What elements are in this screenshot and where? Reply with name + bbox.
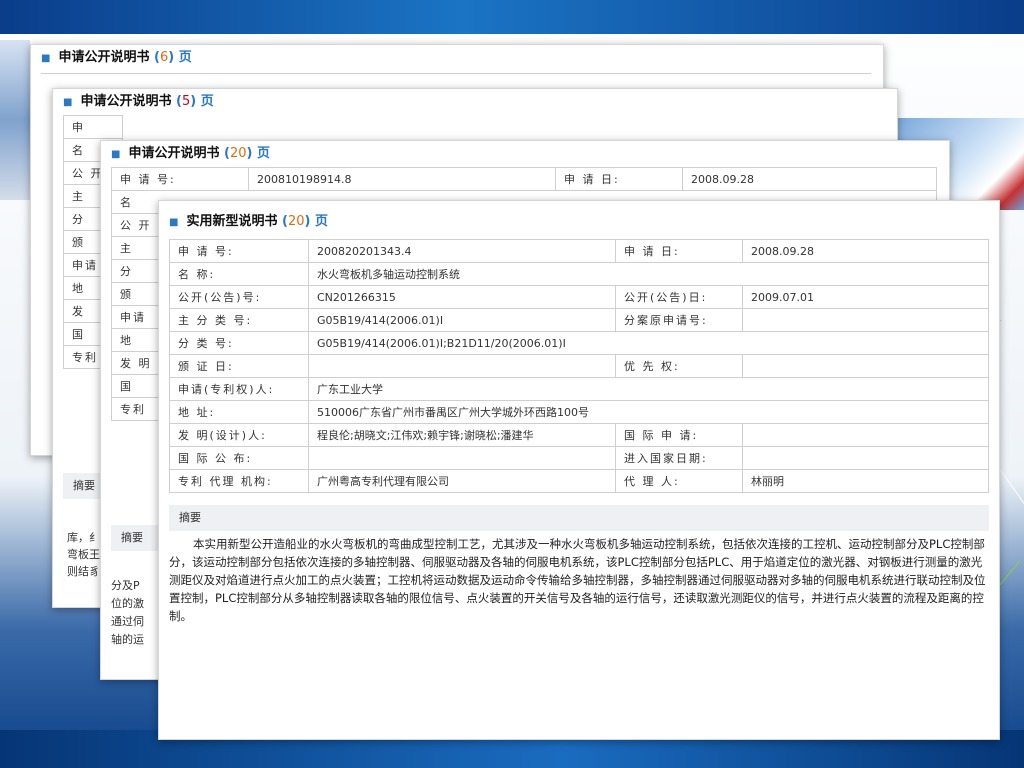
field-value: 水火弯板机多轴运动控制系统 — [308, 262, 989, 286]
table-row: 分 类 号: G05B19/414(2006.01)I;B21D11/20(200… — [169, 331, 989, 355]
field-label: 申请(专利权)人: — [169, 377, 309, 401]
card-title: ■ 实用新型说明书 (20) 页 — [169, 214, 328, 229]
field-value — [308, 354, 616, 378]
field-label: 名 称: — [169, 262, 309, 286]
field-value: CN201266315 — [308, 285, 616, 309]
bullet-icon: ■ — [111, 149, 121, 160]
field-label: 发 明(设计)人: — [169, 423, 309, 447]
table-row: 地 址: 510006广东省广州市番禺区广州大学城外环西路100号 — [169, 400, 989, 424]
table-row: 主 分 类 号: G05B19/414(2006.01)I 分案原申请号: — [169, 308, 989, 332]
card-title: ■ 申请公开说明书 (5) 页 — [63, 94, 214, 109]
page-number: 6 — [159, 50, 169, 65]
field-value: 200820201343.4 — [308, 239, 616, 263]
field-label: 申 请 号: — [169, 239, 309, 263]
table-row: 发 明(设计)人: 程良伦;胡晓文;江伟欢;赖宇锋;谢晓松;潘建华国 际 申 请: — [169, 423, 989, 447]
slide-top-band — [0, 0, 1024, 34]
field-value: 林丽明 — [742, 469, 989, 493]
table-row: 申 — [63, 115, 123, 139]
page-suffix: 页 — [314, 214, 328, 229]
field-value: 广东工业大学 — [308, 377, 989, 401]
field-label: 颁 证 日: — [169, 354, 309, 378]
page-number: 5 — [181, 94, 191, 109]
field-value — [742, 423, 989, 447]
card-title: ■ 申请公开说明书 (6) 页 — [41, 50, 192, 65]
field-label: 国 际 公 布: — [169, 446, 309, 470]
bullet-icon: ■ — [169, 217, 179, 228]
field-label: 申 请 日: — [555, 167, 683, 191]
field-value — [742, 354, 989, 378]
bullet-icon: ■ — [63, 97, 73, 108]
table-row: 名 称: 水火弯板机多轴运动控制系统 — [169, 262, 989, 286]
bullet-icon: ■ — [41, 53, 51, 64]
field-label: 地 址: — [169, 400, 309, 424]
table-row: 申请(专利权)人: 广东工业大学 — [169, 377, 989, 401]
field-label: 公开(公告)号: — [169, 285, 309, 309]
page-number: 20 — [287, 214, 305, 229]
table-row: 颁 证 日: 优 先 权: — [169, 354, 989, 378]
field-label: 公开(公告)日: — [615, 285, 743, 309]
field-value: G05B19/414(2006.01)I — [308, 308, 616, 332]
abstract-text: 本实用新型公开造船业的水火弯板机的弯曲成型控制工艺，尤其涉及一种水火弯板机多轴运… — [169, 537, 986, 623]
page-suffix: 页 — [178, 50, 192, 65]
abstract-fragment: 库，纟 弯板王 则结豸 — [67, 531, 100, 578]
field-label: 优 先 权: — [615, 354, 743, 378]
card-title: ■ 申请公开说明书 (20) 页 — [111, 146, 270, 161]
field-label: 申 — [63, 115, 123, 139]
application-number: 200810198914.8 — [248, 167, 556, 191]
page-number: 20 — [229, 146, 247, 161]
page-suffix: 页 — [256, 146, 270, 161]
abstract-header: 摘要 — [169, 505, 989, 531]
patent-info-table: 申 请 号: 200820201343.4 申 请 日: 2008.09.28 名 称:… — [169, 239, 989, 493]
field-label: 申 请 号: — [111, 167, 249, 191]
table-row: 公开(公告)号: CN201266315 公开(公告)日: 2009.07.01 — [169, 285, 989, 309]
page-suffix: 页 — [200, 94, 214, 109]
card-title-text: 申请公开说明书 — [128, 146, 220, 161]
table-row: 专利 代理 机构: 广州粤高专利代理有限公司代 理 人: 林丽明 — [169, 469, 989, 493]
field-label: 主 分 类 号: — [169, 308, 309, 332]
left-photo-decoration — [0, 40, 30, 200]
field-label: 代 理 人: — [615, 469, 743, 493]
table-row: 申 请 号: 200820201343.4 申 请 日: 2008.09.28 — [169, 239, 989, 263]
field-label: 分案原申请号: — [615, 308, 743, 332]
card-title-text: 申请公开说明书 — [58, 50, 150, 65]
field-value: 510006广东省广州市番禺区广州大学城外环西路100号 — [308, 400, 989, 424]
field-label: 分 类 号: — [169, 331, 309, 355]
field-label: 国 际 申 请: — [615, 423, 743, 447]
green-decor-line — [1000, 469, 1024, 520]
application-date: 2008.09.28 — [682, 167, 937, 191]
field-value — [742, 446, 989, 470]
field-value: G05B19/414(2006.01)I;B21D11/20(2006.01)I — [308, 331, 989, 355]
card-title-text: 申请公开说明书 — [80, 94, 172, 109]
patent-card-4[interactable]: ■ 实用新型说明书 (20) 页 申 请 号: 200820201343.4 申 请 … — [158, 200, 1000, 740]
field-value — [742, 308, 989, 332]
field-label: 申 请 日: — [615, 239, 743, 263]
field-value — [308, 446, 616, 470]
field-value: 2009.07.01 — [742, 285, 989, 309]
abstract-fragment: 分及P 位的激 通过伺 轴的运 — [111, 579, 144, 646]
card-title-text: 实用新型说明书 — [186, 214, 278, 229]
table-row: 国 际 公 布: 进入国家日期: — [169, 446, 989, 470]
field-value: 程良伦;胡晓文;江伟欢;赖宇锋;谢晓松;潘建华 — [308, 423, 616, 447]
field-label: 专利 代理 机构: — [169, 469, 309, 493]
field-value: 广州粤高专利代理有限公司 — [308, 469, 616, 493]
field-label: 进入国家日期: — [615, 446, 743, 470]
field-value: 2008.09.28 — [742, 239, 989, 263]
